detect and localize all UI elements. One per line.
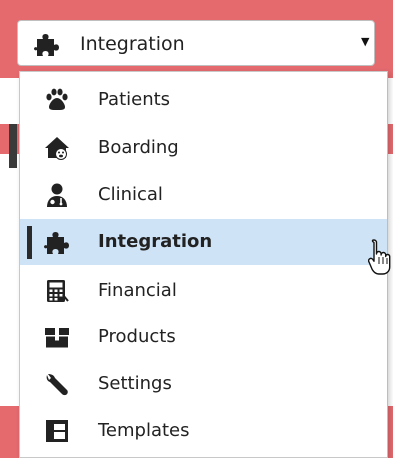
puzzle-icon [44, 232, 69, 254]
menu-item-label: Clinical [98, 184, 163, 205]
menu-item-label: Financial [98, 280, 177, 301]
module-select[interactable]: Integration ▼ [17, 20, 375, 66]
menu-item-label: Integration [98, 231, 213, 252]
menu-item-label: Patients [98, 89, 171, 110]
calculator-icon [47, 280, 69, 302]
wrench-icon [46, 374, 68, 396]
menu-item-label: Templates [98, 420, 190, 441]
menu-item-label: Settings [98, 373, 172, 394]
menu-item-integration[interactable]: Integration [20, 219, 387, 265]
menu-item-templates[interactable]: Templates [20, 408, 387, 454]
active-indicator [27, 226, 32, 259]
footer-band-left [0, 406, 19, 458]
menu-item-label: Boarding [98, 137, 179, 158]
menu-item-boarding[interactable]: Boarding [20, 125, 387, 171]
doctor-icon [47, 183, 67, 207]
menu-item-products[interactable]: Products [20, 314, 387, 360]
caret-down-icon: ▼ [361, 35, 370, 48]
menu-item-settings[interactable]: Settings [20, 361, 387, 407]
paw-icon [46, 88, 68, 110]
menu-item-patients[interactable]: Patients [20, 77, 387, 123]
module-dropdown-menu: Patients Boarding Clinical Integration F… [19, 71, 388, 458]
layout-icon [46, 420, 68, 442]
puzzle-icon [34, 34, 59, 56]
house-paw-icon [45, 137, 69, 160]
menu-item-clinical[interactable]: Clinical [20, 172, 387, 218]
box-icon [45, 328, 69, 348]
background-active-marker [9, 124, 17, 168]
select-value: Integration [80, 33, 185, 55]
menu-item-label: Products [98, 326, 176, 347]
hand-pointer-cursor-icon [368, 239, 391, 275]
menu-item-financial[interactable]: Financial [20, 268, 387, 314]
